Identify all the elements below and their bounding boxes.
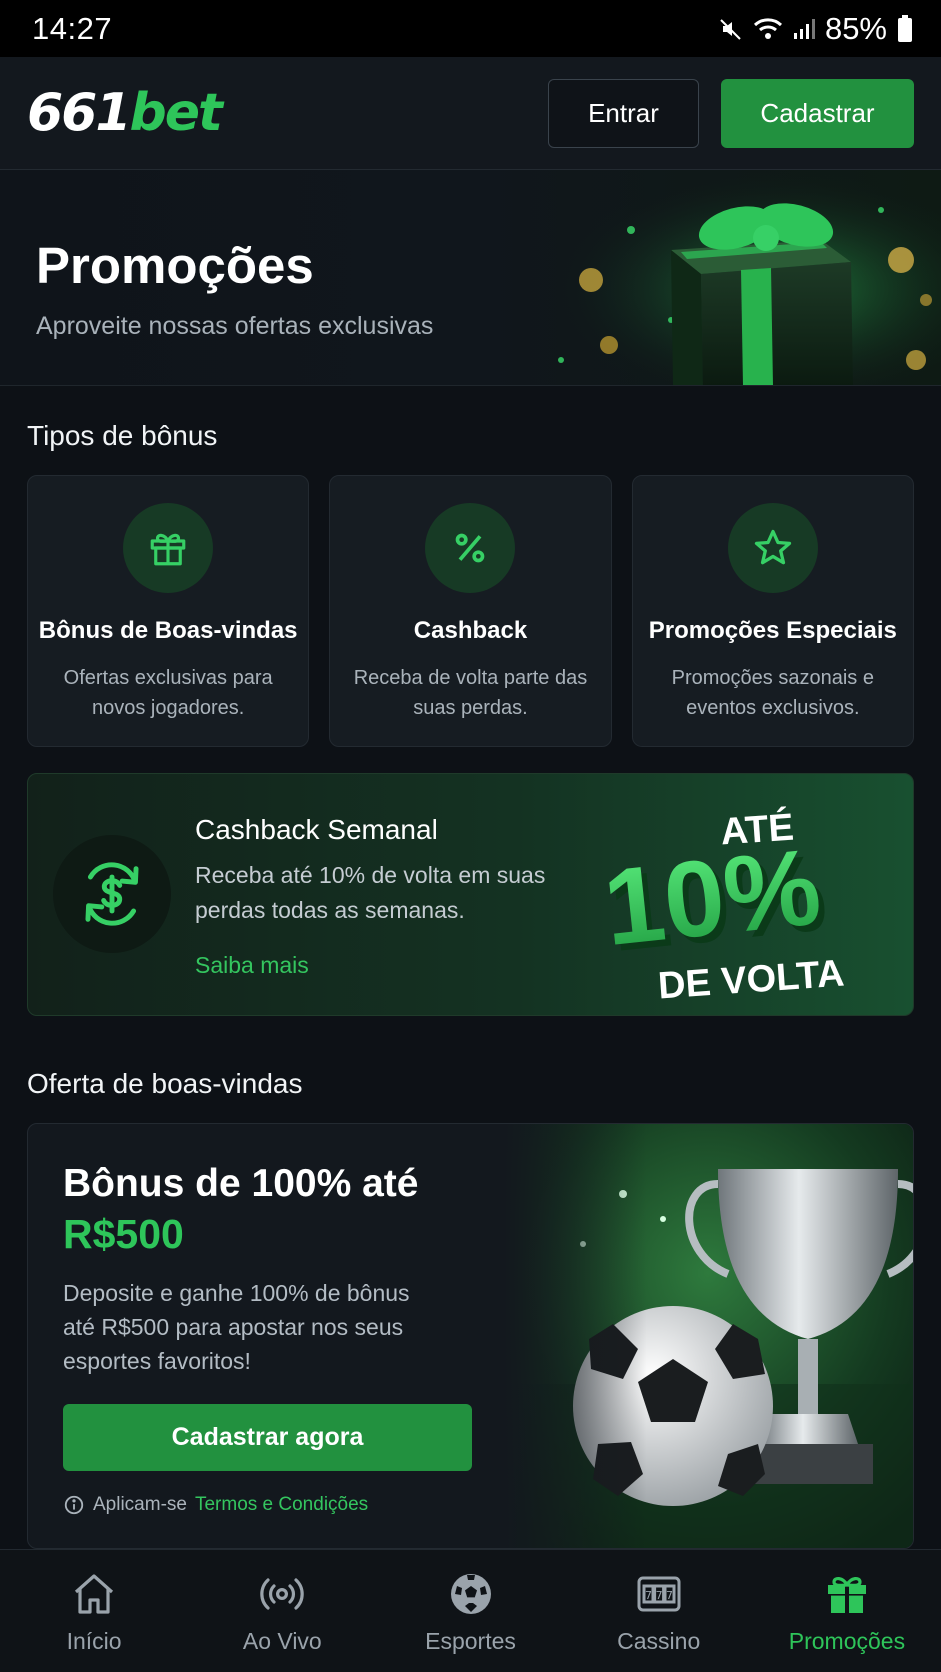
- nav-item-casino[interactable]: 777 Cassino: [565, 1550, 753, 1672]
- bonus-card-cashback[interactable]: Cashback Receba de volta parte das suas …: [329, 475, 612, 747]
- wifi-icon: [753, 16, 783, 42]
- bonus-card-title: Cashback: [413, 617, 528, 644]
- page-title: Promoções: [36, 237, 314, 294]
- trophy-ball-illustration: [503, 1124, 913, 1548]
- welcome-offer-card: Bônus de 100% até R$500 Deposite e ganhe…: [27, 1123, 914, 1549]
- section-title-welcome: Oferta de boas-vindas: [27, 1068, 303, 1099]
- welcome-headline: Bônus de 100% até: [63, 1162, 419, 1205]
- welcome-desc: Deposite e ganhe 100% de bônus até R$500…: [63, 1280, 410, 1374]
- bonus-card-desc: Receba de volta parte das suas perdas.: [353, 667, 588, 719]
- slot-machine-icon: 777: [637, 1576, 681, 1612]
- percent-icon: [456, 533, 485, 563]
- terms-prefix: Aplicam-se: [93, 1494, 187, 1515]
- section-title-bonus-types: Tipos de bônus: [27, 420, 218, 451]
- nav-item-home[interactable]: Início: [0, 1550, 188, 1672]
- bonus-card-title: Promoções Especiais: [648, 617, 897, 644]
- bonus-card-desc: Ofertas exclusivas para novos jogadores.: [63, 667, 273, 719]
- svg-text:7: 7: [666, 1589, 673, 1602]
- battery-icon: [897, 14, 913, 43]
- app-header: 661bet Entrar Cadastrar: [0, 57, 941, 170]
- info-icon: [64, 1495, 84, 1515]
- learn-more-link[interactable]: Saiba mais: [195, 952, 309, 979]
- svg-text:7: 7: [645, 1589, 652, 1602]
- star-icon: [754, 529, 791, 565]
- page-subtitle: Aproveite nossas ofertas exclusivas: [36, 312, 434, 340]
- signal-icon: [793, 17, 815, 41]
- nav-item-promotions[interactable]: Promoções: [753, 1550, 941, 1672]
- bonus-type-cards: Bônus de Boas-vindas Ofertas exclusivas …: [27, 475, 914, 747]
- cashback-desc: Receba até 10% de volta em suas perdas t…: [195, 862, 546, 923]
- soccer-ball-icon: [450, 1574, 491, 1614]
- home-icon: [75, 1574, 114, 1614]
- bottom-navigation: Início Ao Vivo Esportes 777 Cassino Prom…: [0, 1549, 941, 1672]
- gift-icon: [827, 1577, 866, 1613]
- bonus-card-title: Bônus de Boas-vindas: [38, 617, 298, 644]
- live-icon: [260, 1578, 304, 1610]
- status-time: 14:27: [32, 10, 113, 46]
- terms-link[interactable]: Termos e Condições: [195, 1494, 368, 1516]
- bonus-card-desc: Promoções sazonais e eventos exclusivos.: [671, 667, 874, 719]
- nav-item-sports[interactable]: Esportes: [376, 1550, 564, 1672]
- welcome-amount: R$500: [63, 1211, 184, 1257]
- svg-text:7: 7: [655, 1589, 662, 1602]
- battery-percent: 85%: [824, 10, 887, 46]
- status-bar: 14:27 85%: [0, 0, 941, 57]
- terms-notice: Aplicam-se Termos e Condições: [63, 1494, 368, 1516]
- cashback-title: Cashback Semanal: [195, 814, 438, 845]
- register-button[interactable]: Cadastrar: [721, 78, 914, 148]
- cashback-10-percent-graphic: ATÉ 10% 10% DE VOLTA: [598, 805, 845, 1004]
- weekly-cashback-banner[interactable]: Cashback Semanal Receba até 10% de volta…: [27, 773, 914, 1016]
- bonus-card-welcome[interactable]: Bônus de Boas-vindas Ofertas exclusivas …: [27, 475, 310, 747]
- cashback-dollar-icon: [85, 862, 139, 926]
- gift-icon: [150, 533, 186, 566]
- promo-art-big: 10%: [598, 825, 826, 968]
- login-button[interactable]: Entrar: [548, 78, 699, 148]
- promotions-hero: Promoções Aproveite nossas ofertas exclu…: [0, 170, 941, 386]
- nav-item-live[interactable]: Ao Vivo: [188, 1550, 376, 1672]
- brand-logo[interactable]: 661bet: [27, 83, 223, 143]
- mute-icon: [719, 17, 743, 41]
- gift-box-illustration: [521, 170, 941, 385]
- register-now-button[interactable]: Cadastrar agora: [63, 1404, 472, 1471]
- bonus-card-special[interactable]: Promoções Especiais Promoções sazonais e…: [631, 475, 914, 747]
